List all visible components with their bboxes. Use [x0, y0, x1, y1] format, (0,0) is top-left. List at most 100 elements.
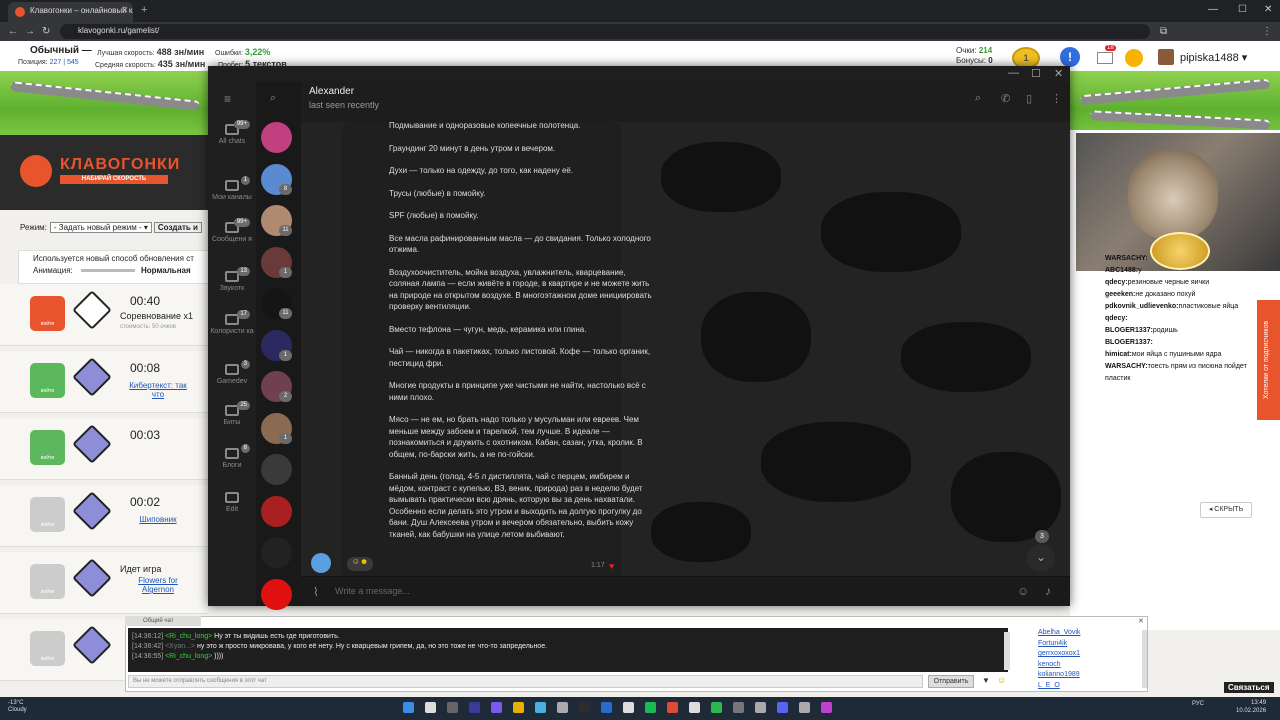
chat-avatar[interactable]	[261, 495, 292, 527]
lang-indicator[interactable]: РУС	[1192, 701, 1204, 707]
enter-game-button[interactable]: войти	[30, 631, 65, 666]
taskbar-app-icon[interactable]	[601, 702, 612, 713]
folder-item[interactable]: 3 Gamedev	[208, 360, 256, 386]
contact-button[interactable]: Связаться	[1224, 682, 1274, 693]
taskbar-app-icon[interactable]	[425, 702, 436, 713]
alert-icon[interactable]: !	[1060, 47, 1080, 67]
enter-game-button[interactable]: войти	[30, 296, 65, 331]
search-icon[interactable]: ⌕	[270, 92, 276, 105]
microphone-icon[interactable]: ♪	[1045, 584, 1051, 598]
more-options-icon[interactable]: ⋮	[1051, 92, 1062, 105]
general-chat-tab[interactable]: Общий чат	[125, 616, 201, 626]
chat-user-link[interactable]: kolianno1989	[1020, 670, 1144, 681]
taskbar-app-icon[interactable]	[689, 702, 700, 713]
user-avatar[interactable]	[1158, 49, 1174, 65]
taskbar-app-icon[interactable]	[403, 702, 414, 713]
minimize-window-icon[interactable]: —	[1208, 4, 1218, 15]
logo-title[interactable]: КЛАВОГОНКИ	[60, 156, 180, 174]
message-input[interactable]: Write a message...	[335, 586, 410, 596]
mode-select[interactable]: - Задать новый режим - ▾	[49, 222, 152, 233]
attach-icon[interactable]: ⌇	[313, 585, 319, 599]
heart-reaction-icon[interactable]: ♥	[609, 561, 614, 571]
enter-game-button[interactable]: войти	[30, 497, 65, 532]
animation-slider[interactable]	[81, 269, 136, 273]
menu-icon[interactable]: ⋮	[1262, 26, 1272, 37]
enter-game-button[interactable]: войти	[30, 363, 65, 398]
close-window-icon[interactable]: ✕	[1264, 4, 1272, 15]
taskbar-app-icon[interactable]	[755, 702, 766, 713]
chat-line-user[interactable]: <Xyan...>	[165, 643, 195, 650]
back-icon[interactable]: ←	[8, 26, 18, 37]
folder-item[interactable]: 13 Звукотк	[208, 267, 256, 293]
url-field[interactable]: klavogonki.ru/gamelist/	[60, 24, 1150, 39]
logo-icon[interactable]	[20, 155, 52, 187]
chat-avatar[interactable]	[261, 454, 292, 485]
smiley-icon[interactable]: ☺	[997, 675, 1006, 685]
new-tab-icon[interactable]: +	[141, 4, 147, 16]
taskbar-app-icon[interactable]	[821, 702, 832, 713]
userlist-scrollbar[interactable]	[1142, 630, 1147, 688]
browser-tab[interactable]: Клавогонки – онлайновый кл...	[8, 2, 133, 22]
chat-line-user[interactable]: <Ri_chu_long>	[165, 653, 212, 660]
message-bubble[interactable]: Подмывание и одноразовые копеечные полот…	[341, 122, 652, 576]
folder-item[interactable]: 1 Мои каналы	[208, 176, 256, 202]
create-button[interactable]: Создать и	[153, 222, 202, 233]
taskbar-app-icon[interactable]	[579, 702, 590, 713]
hide-button[interactable]: ◂ СКРЫТЬ	[1200, 502, 1252, 518]
taskbar-app-icon[interactable]	[799, 702, 810, 713]
wishlist-banner[interactable]: Хотелки от подписчиков	[1257, 300, 1280, 420]
clock[interactable]: 13:49 10.02.2026	[1236, 699, 1266, 715]
folder-item[interactable]: 17 Колористи ка	[208, 310, 256, 336]
enter-game-button[interactable]: войти	[30, 430, 65, 465]
close-tab-icon[interactable]: ✕	[121, 5, 129, 16]
filter-icon[interactable]: ▼	[982, 676, 990, 685]
chat-search-icon[interactable]: ⌕	[975, 92, 981, 105]
chat-user-link[interactable]: Abelha_Vovik	[1020, 628, 1144, 639]
chat-input[interactable]: Вы не можете отправлять сообщения в этот…	[128, 675, 923, 688]
sender-avatar[interactable]	[311, 553, 331, 573]
tg-close-icon[interactable]: ✕	[1054, 67, 1063, 80]
send-button[interactable]: Отправить	[928, 675, 974, 688]
mail-icon[interactable]	[1097, 52, 1113, 64]
reload-icon[interactable]: ↻	[42, 26, 50, 37]
chat-user-link[interactable]: kenoch	[1020, 660, 1144, 671]
forward-icon[interactable]: →	[25, 26, 35, 37]
taskbar-app-icon[interactable]	[535, 702, 546, 713]
tg-minimize-icon[interactable]: —	[1008, 67, 1019, 79]
game-text-link[interactable]: Flowers for Algernon	[128, 576, 188, 594]
chat-scrollbar[interactable]	[1004, 632, 1010, 670]
weather-widget[interactable]: -13°C Cloudy	[8, 700, 27, 714]
game-text-link[interactable]: Шиповник	[128, 515, 188, 524]
taskbar-app-icon[interactable]	[667, 702, 678, 713]
chat-user-link[interactable]: gerrxoxoxox1	[1020, 649, 1144, 660]
sun-icon[interactable]	[1125, 49, 1143, 67]
chat-avatar[interactable]	[261, 537, 292, 568]
folder-item[interactable]: 99+ Сообщени я	[208, 218, 256, 244]
taskbar-app-icon[interactable]	[557, 702, 568, 713]
scroll-down-icon[interactable]: ⌄	[1027, 544, 1055, 572]
taskbar-app-icon[interactable]	[623, 702, 634, 713]
chat-user-link[interactable]: Forturi4ik	[1020, 639, 1144, 650]
extensions-icon[interactable]: ⧉	[1160, 26, 1167, 37]
tg-maximize-icon[interactable]: ☐	[1031, 67, 1041, 80]
sidebar-toggle-icon[interactable]: ▯	[1026, 92, 1032, 105]
reaction-stickers[interactable]: ☺☻	[347, 557, 373, 571]
position-value[interactable]: 227 | 545	[50, 59, 79, 66]
contact-name[interactable]: Alexander	[309, 86, 354, 97]
taskbar-app-icon[interactable]	[777, 702, 788, 713]
folder-item[interactable]: 99+ All chats	[208, 120, 256, 146]
folder-item[interactable]: Edit	[208, 492, 256, 514]
taskbar-app-icon[interactable]	[513, 702, 524, 713]
taskbar-app-icon[interactable]	[447, 702, 458, 713]
taskbar-app-icon[interactable]	[491, 702, 502, 713]
taskbar-app-icon[interactable]	[711, 702, 722, 713]
call-icon[interactable]: ✆	[1001, 92, 1010, 105]
chat-line-user[interactable]: <Ri_chu_long>	[165, 633, 212, 640]
folder-item[interactable]: 8 Блоги	[208, 444, 256, 470]
username[interactable]: pipiska1488 ▾	[1180, 51, 1247, 64]
taskbar-app-icon[interactable]	[645, 702, 656, 713]
game-text-link[interactable]: Кибертекст: так что	[128, 381, 188, 399]
chat-avatar[interactable]	[261, 122, 292, 153]
taskbar-app-icon[interactable]	[733, 702, 744, 713]
chat-avatar[interactable]	[261, 578, 292, 610]
